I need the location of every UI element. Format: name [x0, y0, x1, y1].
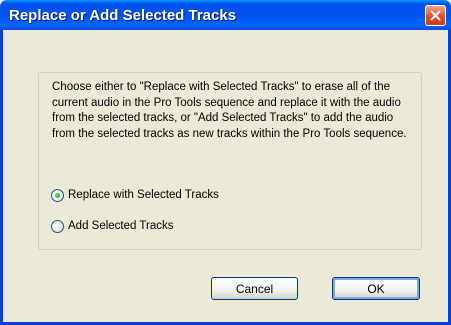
- cancel-button[interactable]: Cancel: [211, 277, 298, 300]
- radio-selected-dot: [55, 192, 60, 198]
- radio-icon[interactable]: [51, 188, 64, 202]
- option-add-selected-tracks[interactable]: Add Selected Tracks: [51, 218, 173, 234]
- close-button[interactable]: [425, 5, 446, 26]
- description-text: Choose either to "Replace with Selected …: [52, 81, 407, 140]
- close-icon: [430, 10, 441, 21]
- dialog-window: Replace or Add Selected Tracks Choose ei…: [0, 0, 451, 325]
- option-replace-selected-tracks[interactable]: Replace with Selected Tracks: [51, 187, 219, 203]
- title-bar[interactable]: Replace or Add Selected Tracks: [0, 0, 451, 30]
- ok-button[interactable]: OK: [332, 277, 420, 300]
- radio-icon[interactable]: [51, 219, 64, 233]
- dialog-title: Replace or Add Selected Tracks: [9, 7, 237, 24]
- option-label: Replace with Selected Tracks: [68, 189, 219, 201]
- option-label: Add Selected Tracks: [68, 220, 174, 232]
- window-frame-left: [0, 30, 3, 325]
